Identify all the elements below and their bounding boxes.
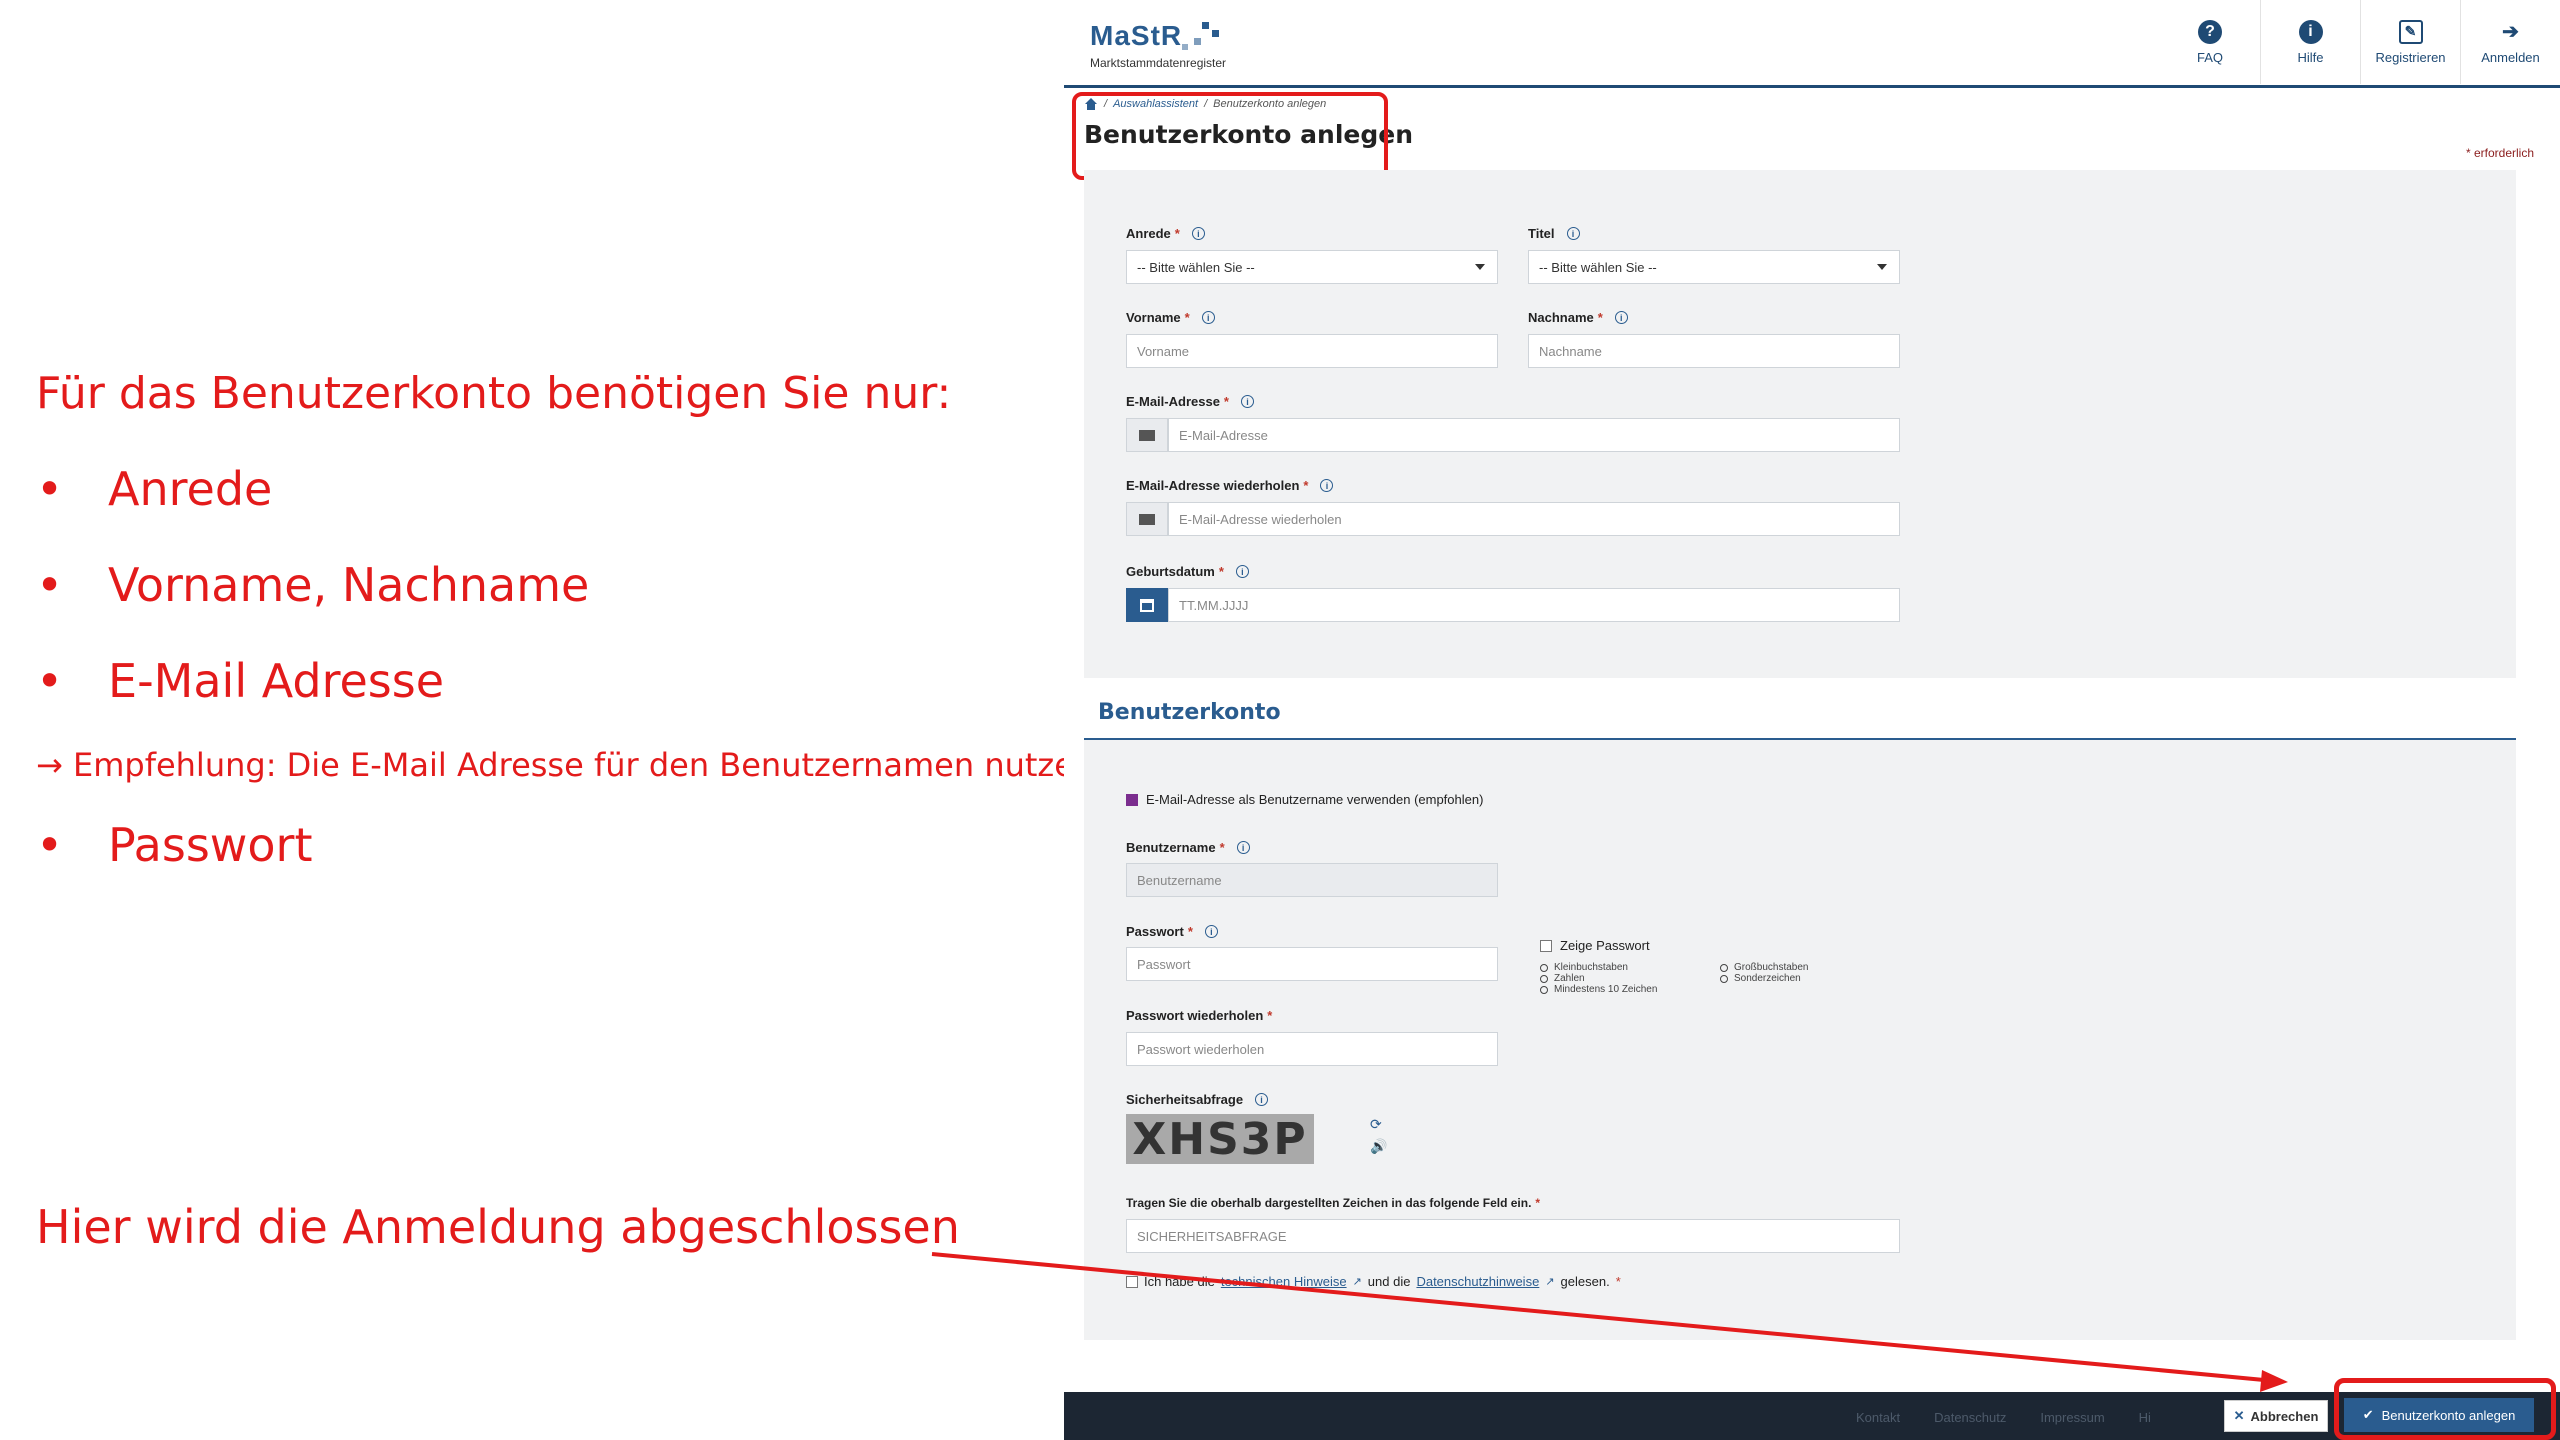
arrow-head [2260, 1370, 2288, 1392]
slide-root: Für das Benutzerkonto benötigen Sie nur:… [0, 0, 2560, 1440]
annotation-arrow [931, 1252, 2288, 1392]
arrow-line [931, 1252, 2265, 1382]
